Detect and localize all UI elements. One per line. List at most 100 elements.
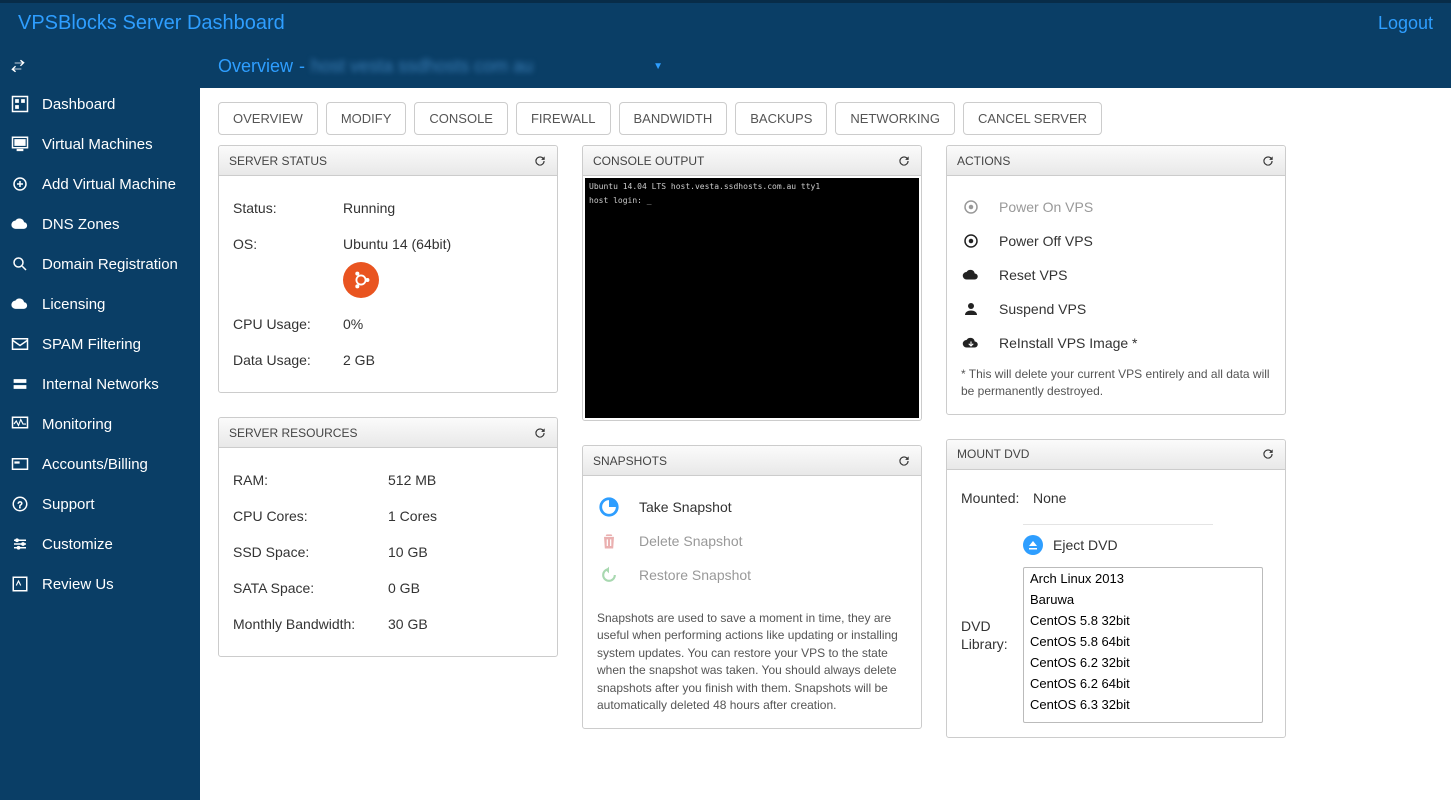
tab-networking[interactable]: NETWORKING [835,102,955,135]
sidebar-item-label: Domain Registration [42,256,178,273]
tab-backups[interactable]: BACKUPS [735,102,827,135]
billing-icon [10,454,30,474]
sidebar-item-label: Virtual Machines [42,136,153,153]
panel-actions: ACTIONS Power On VPS Power Off VPS Reset… [946,145,1286,415]
hostname-dropdown-icon[interactable]: ▼ [653,61,663,72]
sata-value: 0 GB [388,580,420,596]
sidebar-item-vms[interactable]: Virtual Machines [0,124,200,164]
cpu-usage-label: CPU Usage: [233,316,343,332]
action-label: Eject DVD [1053,537,1118,553]
sidebar-item-billing[interactable]: Accounts/Billing [0,444,200,484]
sidebar-item-label: Licensing [42,296,105,313]
tab-modify[interactable]: MODIFY [326,102,407,135]
ssd-label: SSD Space: [233,544,388,560]
restore-icon [597,565,621,585]
refresh-icon[interactable] [897,454,911,468]
reinstall-icon [961,334,981,352]
sidebar-item-label: DNS Zones [42,216,120,233]
sidebar-item-networks[interactable]: Internal Networks [0,364,200,404]
crumb-overview[interactable]: Overview [218,56,293,77]
power-off-action[interactable]: Power Off VPS [961,224,1271,258]
panel-title: CONSOLE OUTPUT [593,154,704,168]
refresh-icon[interactable] [533,426,547,440]
ram-value: 512 MB [388,472,436,488]
dvd-option[interactable]: CentOS 5.8 32bit [1024,610,1262,631]
sidebar-item-review[interactable]: Review Us [0,564,200,604]
snapshot-note: Snapshots are used to save a moment in t… [597,610,907,714]
logout-link[interactable]: Logout [1378,13,1433,34]
dvd-library-select[interactable]: Arch Linux 2013 Baruwa CentOS 5.8 32bit … [1023,567,1263,723]
sidebar-item-spam[interactable]: SPAM Filtering [0,324,200,364]
dvd-option[interactable]: CentOS 6.2 64bit [1024,673,1262,694]
bw-value: 30 GB [388,616,428,632]
sidebar-item-support[interactable]: ? Support [0,484,200,524]
topbar: VPSBlocks Server Dashboard Logout [0,0,1451,44]
suspend-icon [961,300,981,318]
cloud-icon [10,214,30,234]
swap-icon[interactable] [0,48,200,84]
dvd-option[interactable]: CentOS 6.2 32bit [1024,652,1262,673]
delete-snapshot-action: Delete Snapshot [597,524,907,558]
sidebar-item-dashboard[interactable]: Dashboard [0,84,200,124]
panel-snapshots: SNAPSHOTS Take Snapshot Delete Snapshot … [582,445,922,729]
sidebar-item-add-vm[interactable]: Add Virtual Machine [0,164,200,204]
sidebar-item-label: Review Us [42,576,114,593]
dvd-option[interactable]: CentOS 6.3 32bit [1024,694,1262,715]
breadcrumb: Overview - host vesta ssdhosts com au ▼ [200,44,1451,88]
ram-label: RAM: [233,472,388,488]
tab-bandwidth[interactable]: BANDWIDTH [619,102,728,135]
eject-dvd-action[interactable]: Eject DVD [1023,524,1213,555]
action-label: Restore Snapshot [639,567,751,583]
data-usage-label: Data Usage: [233,352,343,368]
bw-label: Monthly Bandwidth: [233,616,388,632]
help-icon: ? [10,494,30,514]
svg-text:?: ? [17,500,22,510]
dvd-option[interactable]: CentOS 5.8 64bit [1024,631,1262,652]
suspend-action[interactable]: Suspend VPS [961,292,1271,326]
tab-firewall[interactable]: FIREWALL [516,102,611,135]
sidebar-item-label: Support [42,496,95,513]
dvd-library-label: DVD Library: [961,567,1023,653]
dvd-option[interactable]: Baruwa [1024,589,1262,610]
brand-title: VPSBlocks Server Dashboard [18,12,285,35]
action-label: ReInstall VPS Image * [999,335,1138,351]
sidebar: Dashboard Virtual Machines Add Virtual M… [0,44,200,800]
sidebar-item-label: Dashboard [42,96,115,113]
dvd-option[interactable]: Arch Linux 2013 [1024,568,1262,589]
action-label: Power Off VPS [999,233,1093,249]
cpu-usage-value: 0% [343,316,363,332]
sidebar-item-label: SPAM Filtering [42,336,141,353]
sidebar-item-dns[interactable]: DNS Zones [0,204,200,244]
cores-value: 1 Cores [388,508,437,524]
panel-server-resources: SERVER RESOURCES RAM:512 MB CPU Cores:1 … [218,417,558,657]
mail-icon [10,334,30,354]
crumb-hostname: host vesta ssdhosts com au [311,56,533,77]
tab-console[interactable]: CONSOLE [414,102,508,135]
refresh-icon[interactable] [1261,154,1275,168]
reinstall-action[interactable]: ReInstall VPS Image * [961,326,1271,360]
refresh-icon[interactable] [1261,447,1275,461]
refresh-icon[interactable] [897,154,911,168]
trash-icon [597,531,621,551]
os-label: OS: [233,236,343,252]
crumb-separator: - [299,56,305,77]
take-snapshot-action[interactable]: Take Snapshot [597,490,907,524]
sidebar-item-customize[interactable]: Customize [0,524,200,564]
reset-icon [961,266,981,284]
console-viewport[interactable]: Ubuntu 14.04 LTS host.vesta.ssdhosts.com… [585,178,919,418]
power-on-action: Power On VPS [961,190,1271,224]
panel-server-status: SERVER STATUS Status:Running OS:Ubuntu 1… [218,145,558,393]
mounted-label: Mounted: [961,490,1033,506]
sidebar-item-licensing[interactable]: Licensing [0,284,200,324]
tab-overview[interactable]: OVERVIEW [218,102,318,135]
plus-gear-icon [10,174,30,194]
tab-cancel-server[interactable]: CANCEL SERVER [963,102,1102,135]
main: Overview - host vesta ssdhosts com au ▼ … [200,44,1451,800]
reset-action[interactable]: Reset VPS [961,258,1271,292]
sidebar-item-label: Add Virtual Machine [42,176,176,193]
action-label: Power On VPS [999,199,1093,215]
sidebar-item-domain[interactable]: Domain Registration [0,244,200,284]
refresh-icon[interactable] [533,154,547,168]
sidebar-item-monitoring[interactable]: Monitoring [0,404,200,444]
power-on-icon [961,198,981,216]
